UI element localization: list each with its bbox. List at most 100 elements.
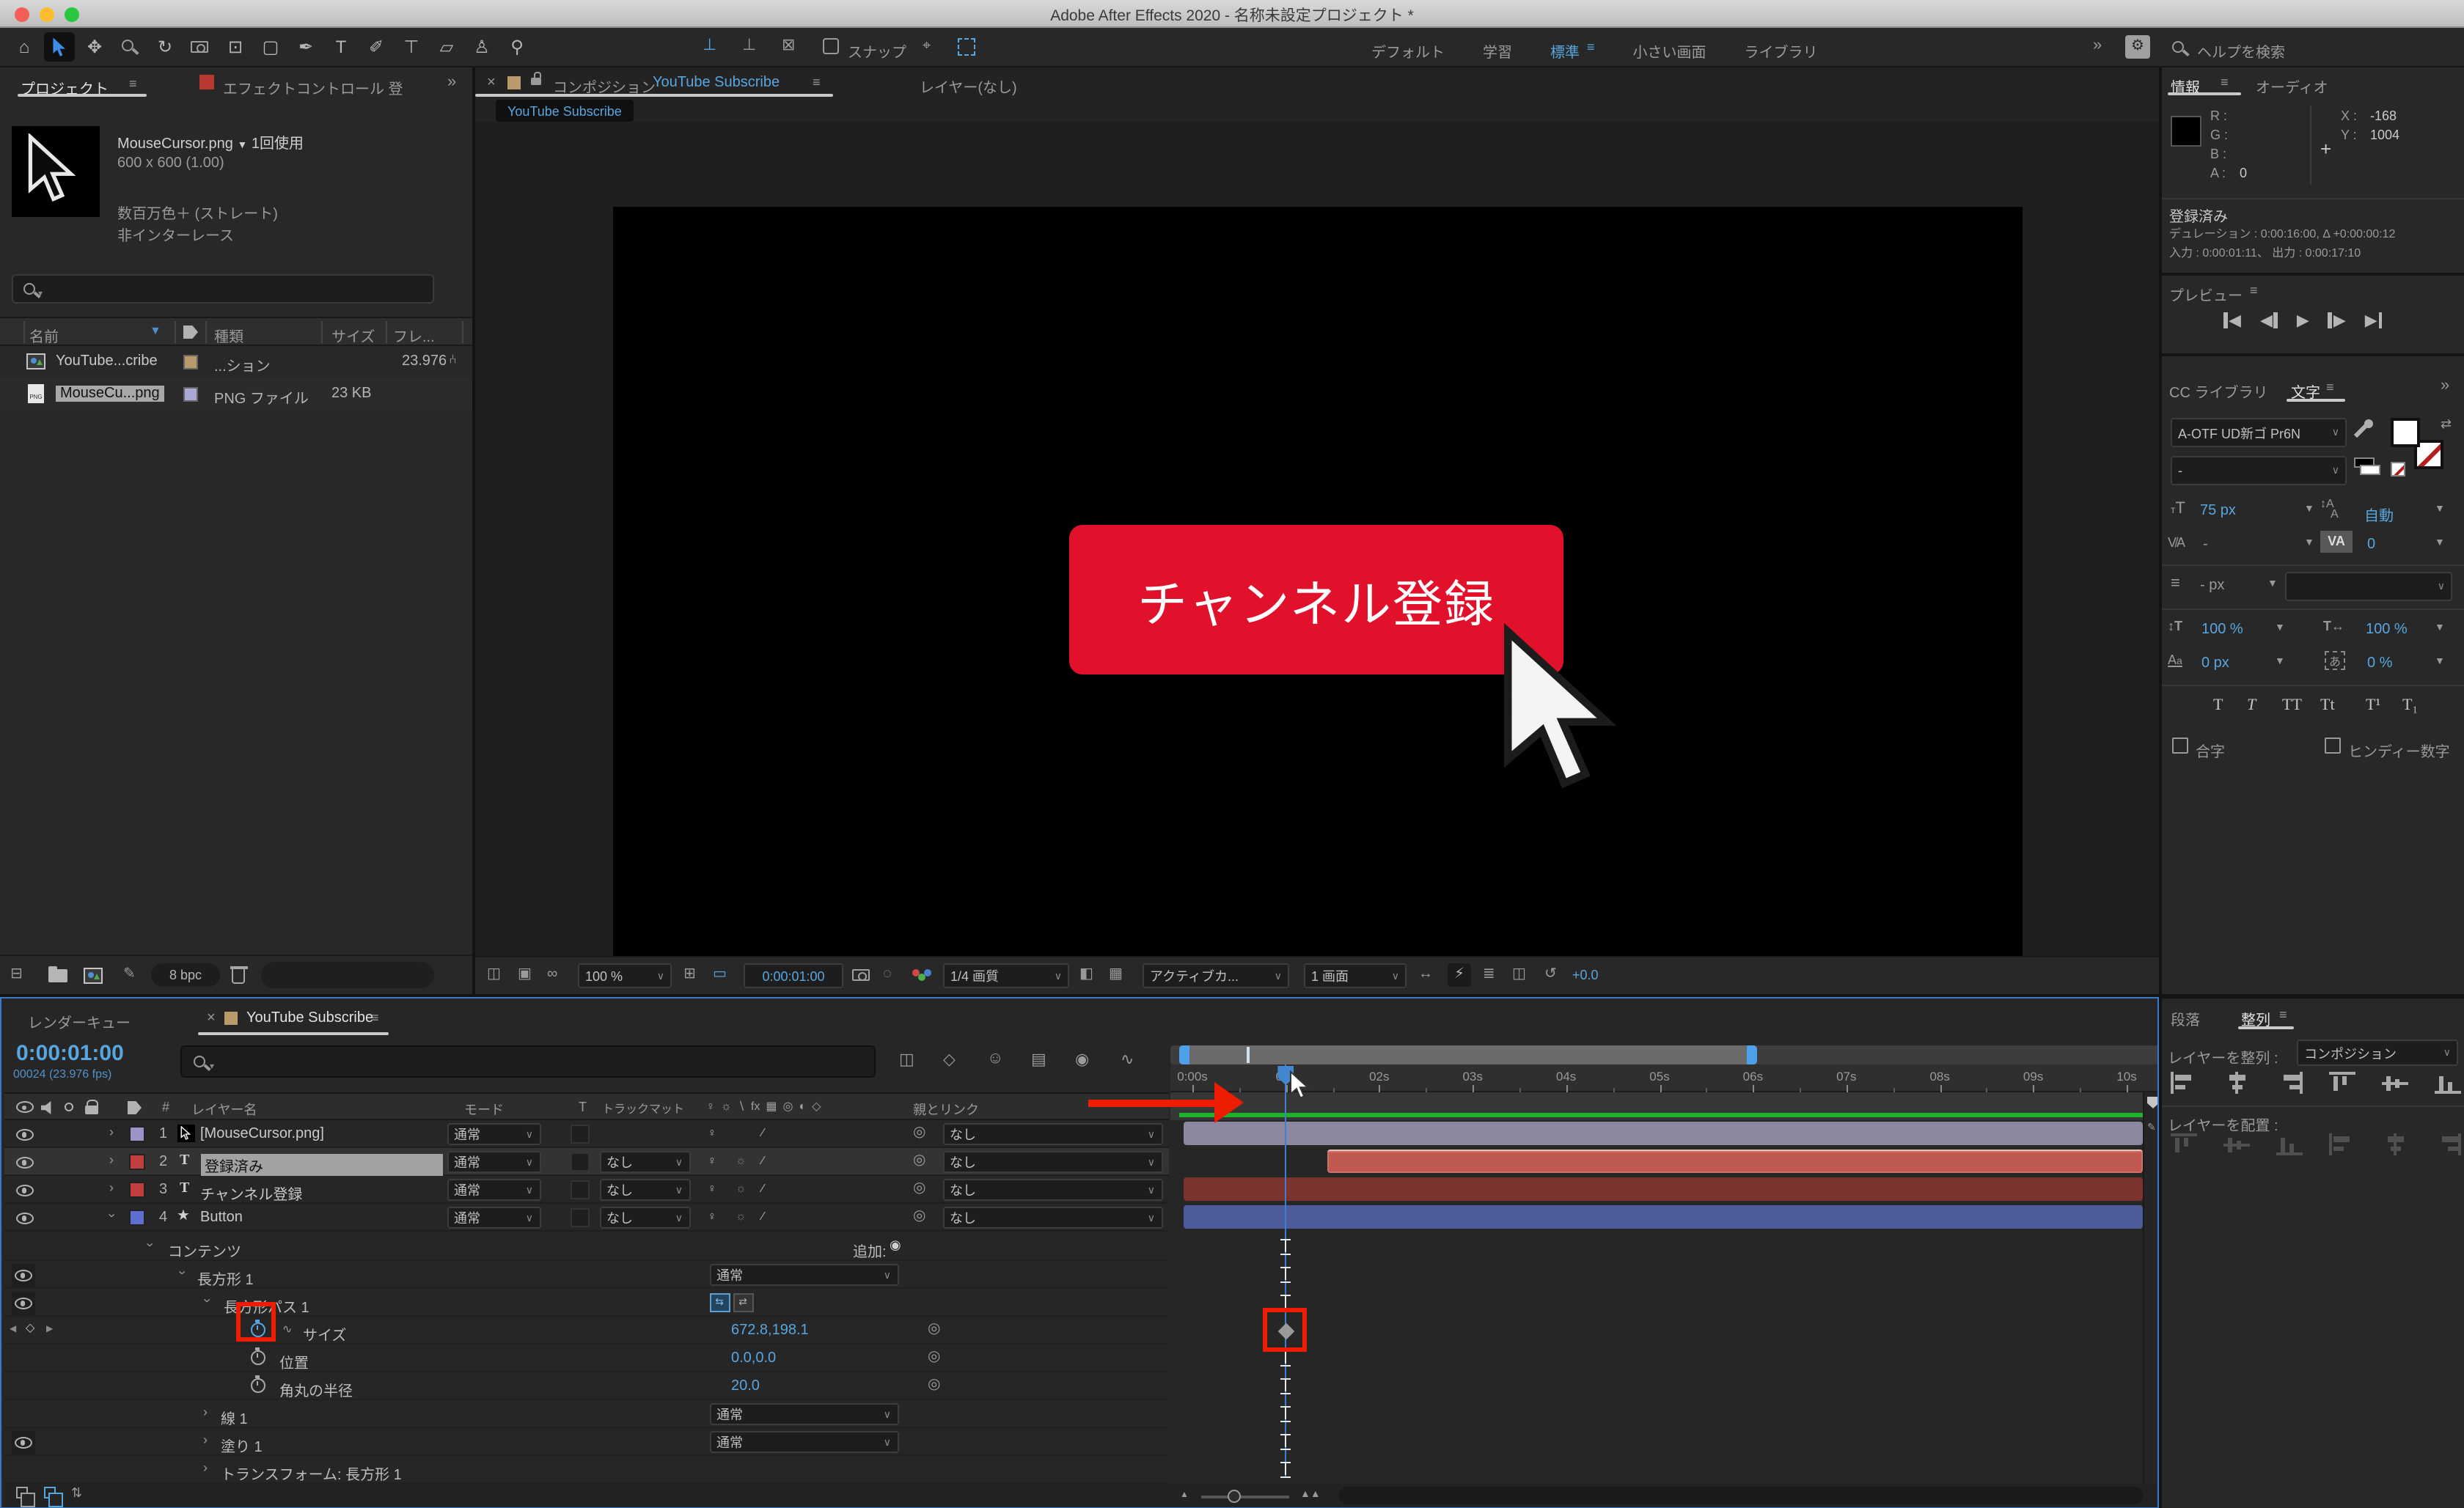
expand-layers-icon[interactable] <box>15 1487 35 1507</box>
view-axis-mode-icon[interactable]: ⊠ <box>782 35 795 54</box>
property-row-長方形 1[interactable]: › 長方形 1 通常 ∨ <box>4 1261 1168 1289</box>
layer-expand-chevron[interactable]: › <box>109 1152 114 1167</box>
pan-behind-tool-icon[interactable]: ⊡ <box>220 32 251 62</box>
column-name[interactable]: 名前 <box>29 324 59 346</box>
resolution-select[interactable]: 1/4 画質 ∨ <box>943 963 1069 988</box>
eraser-tool-icon[interactable]: ▱ <box>431 32 462 62</box>
interpret-footage-icon[interactable]: ⊟ <box>10 966 23 982</box>
cube-3d-icon[interactable]: ◇ <box>812 1100 821 1113</box>
comp-flow-icon[interactable]: ◫ <box>1512 966 1526 982</box>
column-size[interactable]: サイズ <box>331 324 375 346</box>
layer-expand-chevron[interactable]: › <box>109 1125 114 1139</box>
faux-bold-button[interactable]: T <box>2213 696 2223 714</box>
character-tabs-chevron[interactable]: » <box>2441 377 2449 394</box>
layer-tag-swatch[interactable] <box>128 1153 144 1169</box>
fx-icon[interactable]: fx <box>751 1100 760 1113</box>
comp-marker-bin-icon[interactable] <box>2147 1097 2157 1108</box>
tsume-dropdown-icon[interactable]: ▼ <box>2435 657 2445 667</box>
vertical-scale-dropdown-icon[interactable]: ▼ <box>2275 623 2285 633</box>
property-pickwhip-icon[interactable]: ◎ <box>928 1321 940 1337</box>
align-right-button[interactable] <box>2276 1072 2303 1094</box>
layer-mode-select[interactable]: 通常 ∨ <box>447 1151 540 1173</box>
parent-select[interactable]: なし ∨ <box>942 1207 1162 1229</box>
t-switch-cell[interactable] <box>570 1152 589 1172</box>
play-button[interactable]: ▶ <box>2297 311 2309 330</box>
shy-switch-icon[interactable]: ♀ <box>708 1210 716 1223</box>
baseline-shift-value[interactable]: 0 px <box>2201 655 2229 672</box>
project-search-input[interactable]: ▾ <box>12 274 434 304</box>
graph-editor-icon[interactable]: ∿ <box>1121 1050 1134 1069</box>
flowchart-icon[interactable]: ◫ <box>487 966 501 982</box>
property-label[interactable]: 長方形 1 <box>197 1267 254 1289</box>
motion-blur-icon[interactable]: ◎ <box>782 1100 793 1113</box>
workspace-小さい画面[interactable]: 小さい画面 <box>1633 40 1706 62</box>
no-fill-icon[interactable] <box>2391 462 2405 477</box>
rulers-grid-icon[interactable]: ⊞ <box>683 966 696 982</box>
property-label[interactable]: トランスフォーム: 長方形 1 <box>221 1462 402 1484</box>
add-shape-label[interactable]: 追加: <box>853 1239 887 1261</box>
timecode-display[interactable]: 0:00:01:00 <box>744 963 843 988</box>
pixel-aspect-icon[interactable]: ↔ <box>1418 966 1433 982</box>
comp-breadcrumb[interactable]: YouTube Subscribe <box>496 100 634 122</box>
marker-pen-icon[interactable]: ✎ <box>2147 1122 2156 1133</box>
draft-3d-icon[interactable]: ◇ <box>943 1050 956 1069</box>
property-label[interactable]: 塗り 1 <box>221 1434 263 1456</box>
info-menu-icon[interactable]: ≡ <box>2221 75 2229 89</box>
stopwatch-icon[interactable] <box>250 1347 265 1364</box>
property-chevron[interactable]: › <box>142 1243 157 1247</box>
quality-switch-icon[interactable]: ∕ <box>762 1182 764 1195</box>
zoom-out-mountain-icon[interactable]: ▲ <box>1180 1491 1189 1500</box>
last-frame-button[interactable]: ▶ <box>2365 311 2383 330</box>
faux-italic-button[interactable]: T <box>2247 696 2256 714</box>
parent-select[interactable]: なし ∨ <box>942 1151 1162 1173</box>
rasterize-switch-icon[interactable]: ☼ <box>736 1154 747 1167</box>
property-row-位置[interactable]: 位置 0.0,0.0 ◎ <box>4 1345 1168 1372</box>
line-value[interactable]: - px <box>2200 578 2224 594</box>
small-caps-button[interactable]: Tt <box>2320 696 2335 714</box>
property-eye-icon[interactable] <box>14 1297 32 1309</box>
workspace-settings-icon[interactable]: ⚙ <box>2125 35 2150 59</box>
project-tabs-chevron[interactable]: » <box>447 73 456 91</box>
snap-checkbox[interactable] <box>823 38 839 54</box>
property-chevron[interactable]: › <box>175 1270 189 1275</box>
work-area-end-handle[interactable] <box>1747 1045 1757 1064</box>
property-row-塗り 1[interactable]: › 塗り 1 通常 ∨ <box>4 1428 1168 1456</box>
frame-blending-icon[interactable]: ▤ <box>1031 1050 1046 1069</box>
align-horizontal-center-button[interactable] <box>2223 1072 2250 1094</box>
size-link-icon[interactable]: ⇆ <box>709 1292 730 1312</box>
magnification-select[interactable]: 100 % ∨ <box>578 963 672 988</box>
preview-menu-icon[interactable]: ≡ <box>2250 283 2258 298</box>
shy-icon[interactable]: ♀ <box>706 1100 715 1113</box>
world-axis-mode-icon[interactable]: ⊥ <box>742 35 756 54</box>
font-size-dropdown-icon[interactable]: ▼ <box>2304 504 2314 515</box>
font-style-select[interactable]: - ∨ <box>2171 456 2347 485</box>
checkerboard-icon[interactable]: ▦ <box>1109 966 1123 982</box>
snapshot-icon[interactable] <box>852 969 870 982</box>
parent-select[interactable]: なし ∨ <box>942 1179 1162 1201</box>
column-frame-rate[interactable]: フレ... <box>393 324 435 346</box>
tsume-value[interactable]: 0 % <box>2367 655 2392 672</box>
shy-switch-icon[interactable]: ♀ <box>708 1182 716 1195</box>
layer-name[interactable]: [MouseCursor.png] <box>200 1126 442 1148</box>
roi-icon[interactable]: ▭ <box>713 966 727 982</box>
layer-visibility-eye-icon[interactable] <box>15 1184 33 1196</box>
composition-mini-flowchart-icon[interactable]: ◫ <box>899 1050 914 1069</box>
view-options-icon[interactable]: ∞ <box>547 966 557 982</box>
parent-pickwhip-icon[interactable]: ◎ <box>913 1125 925 1141</box>
shy-switch-icon[interactable]: ♀ <box>708 1126 716 1139</box>
pen-tool-icon[interactable]: ✒ <box>290 32 321 62</box>
project-item-row[interactable]: PNG MouseCu...png PNG ファイル 23 KB <box>0 378 472 411</box>
hand-tool-icon[interactable]: ✥ <box>79 32 110 62</box>
layer-bar-Button[interactable] <box>1184 1205 2143 1229</box>
layer-mode-select[interactable]: 通常 ∨ <box>447 1123 540 1145</box>
layer-expand-chevron[interactable]: › <box>104 1213 119 1218</box>
column-type[interactable]: 種類 <box>214 324 243 346</box>
t-switch-cell[interactable] <box>570 1208 589 1227</box>
tab-cc-libraries[interactable]: CC ライブラリ <box>2169 380 2267 402</box>
label-column-icon[interactable] <box>183 325 198 339</box>
layer-tag-swatch[interactable] <box>128 1181 144 1197</box>
workspace-more-chevron[interactable]: » <box>2093 37 2102 54</box>
property-label[interactable]: サイズ <box>303 1323 346 1345</box>
timeline-search-input[interactable]: ▾ <box>180 1045 876 1078</box>
leading-dropdown-icon[interactable]: ▼ <box>2435 504 2445 515</box>
